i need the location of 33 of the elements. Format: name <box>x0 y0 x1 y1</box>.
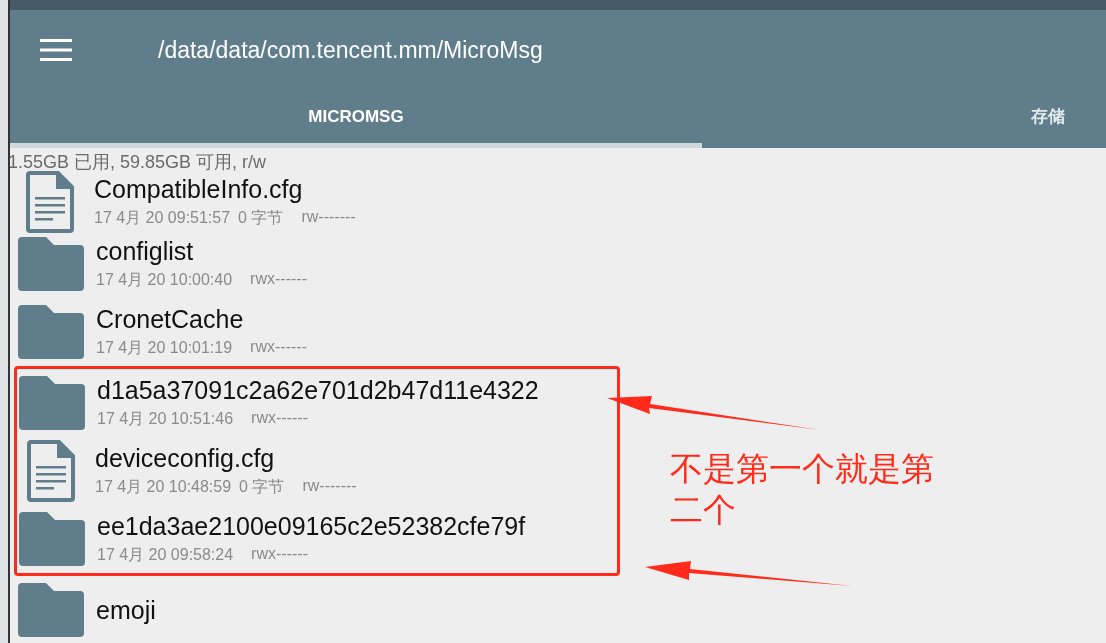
permissions: rwx------ <box>250 270 307 289</box>
menu-icon[interactable] <box>40 38 72 62</box>
modified-date: 17 4月 20 09:58:24 <box>97 545 234 565</box>
folder-icon <box>18 583 84 637</box>
file-name[interactable]: CronetCache <box>96 305 307 334</box>
document-icon <box>27 440 75 502</box>
folder-path: /data/data/com.tencent.mm/MicroMsg <box>158 36 543 64</box>
file-name[interactable]: configlist <box>96 237 307 266</box>
permissions: rwx------ <box>251 545 308 564</box>
folder-icon <box>19 512 85 566</box>
file-size: 0 字节 <box>239 477 285 497</box>
file-name[interactable]: emoji <box>96 595 156 625</box>
file-name[interactable]: CompatibleInfo.cfg <box>94 175 356 204</box>
file-name[interactable]: d1a5a37091c2a62e701d2b47d11e4322 <box>97 376 539 405</box>
file-size: 0 字节 <box>238 208 284 228</box>
document-icon <box>26 171 74 233</box>
permissions: rwx------ <box>251 409 308 428</box>
folder-icon <box>19 376 85 430</box>
folder-icon <box>18 237 84 291</box>
annotation-note: 不是第一个就是第二个 <box>670 449 935 531</box>
folder-icon <box>18 305 84 359</box>
permissions: rw------- <box>302 477 357 496</box>
modified-date: 17 4月 20 10:01:19 <box>96 338 233 358</box>
modified-date: 17 4月 20 10:48:59 <box>95 477 232 497</box>
permissions: rwx------ <box>250 338 307 357</box>
modified-date: 17 4月 20 10:51:46 <box>97 409 234 429</box>
storage-info: 1.55GB 已用, 59.85GB 可用, r/w <box>10 151 268 174</box>
tab[interactable]: 存储 <box>702 90 1106 148</box>
modified-date: 17 4月 20 10:00:40 <box>96 270 233 290</box>
permissions: rw------- <box>301 208 356 227</box>
modified-date: 17 4月 20 09:51:57 <box>94 208 231 228</box>
file-name[interactable]: deviceconfig.cfg <box>95 444 357 473</box>
file-name[interactable]: ee1da3ae2100e09165c2e52382cfe79f <box>97 512 526 541</box>
